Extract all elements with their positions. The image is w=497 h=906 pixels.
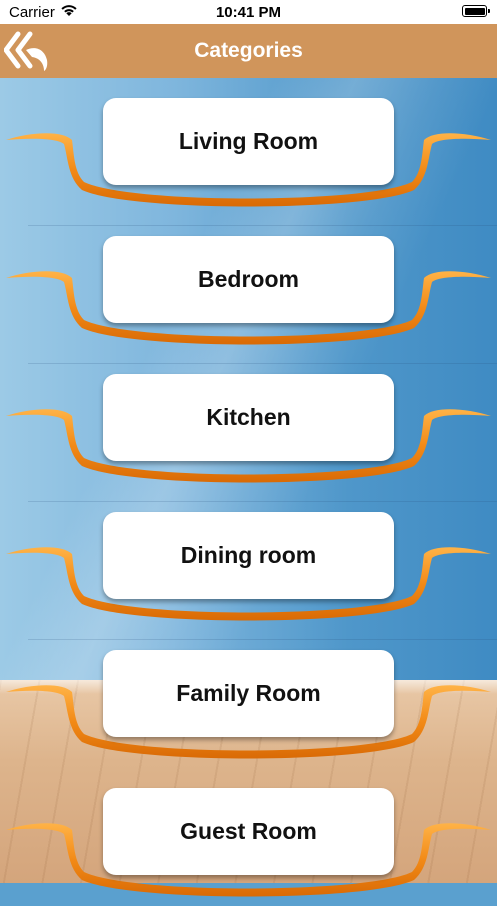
category-row: Guest Room	[0, 768, 497, 906]
category-label: Bedroom	[198, 266, 299, 292]
category-row: Living Room	[0, 78, 497, 216]
category-label: Dining room	[180, 542, 317, 568]
category-row: Kitchen	[0, 354, 497, 492]
page-title: Categories	[194, 39, 303, 62]
category-card-guest-room[interactable]: Guest Room	[103, 788, 394, 875]
category-row: Family Room	[0, 630, 497, 768]
category-card-kitchen[interactable]: Kitchen	[103, 374, 394, 461]
battery-icon	[462, 5, 490, 17]
status-bar: Carrier 10:41 PM	[0, 0, 497, 24]
category-row: Bedroom	[0, 216, 497, 354]
clock: 10:41 PM	[215, 4, 282, 21]
category-label: Living Room	[178, 128, 319, 154]
navigation-bar: Categories	[0, 24, 497, 78]
category-card-family-room[interactable]: Family Room	[103, 650, 394, 737]
category-list: Living Room Bedroom Kitchen Dining room	[0, 78, 497, 897]
category-label: Family Room	[176, 680, 321, 706]
category-label: Guest Room	[180, 818, 317, 844]
category-card-bedroom[interactable]: Bedroom	[103, 236, 394, 323]
category-card-living-room[interactable]: Living Room	[103, 98, 394, 185]
category-card-dining-room[interactable]: Dining room	[103, 512, 394, 599]
category-row: Dining room	[0, 492, 497, 630]
category-label: Kitchen	[206, 404, 291, 430]
